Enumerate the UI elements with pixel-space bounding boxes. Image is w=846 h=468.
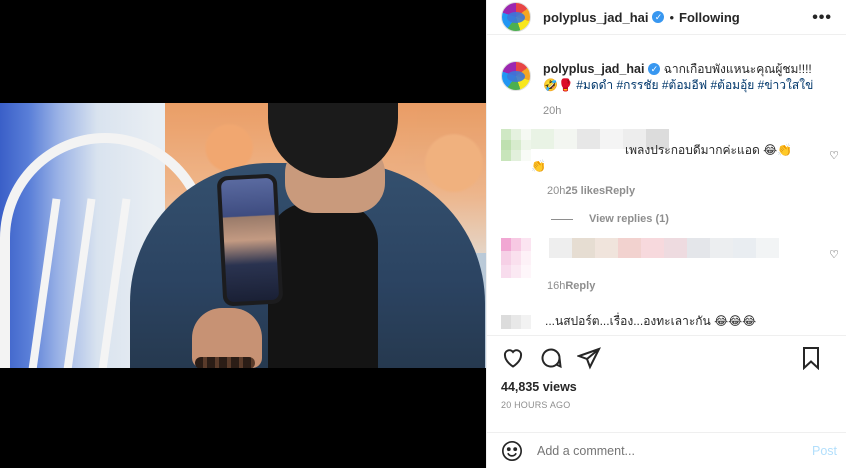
caption-text: ฉากเกือบพังแหนะคุณผู้ชม!!!! — [660, 62, 812, 76]
hashtag[interactable]: #ต้อมอุ้ย — [711, 78, 755, 92]
hashtag[interactable]: #ต้อมอีฟ — [662, 78, 707, 92]
caption-emojis: 🤣🥊 — [543, 78, 573, 92]
pixel-block — [710, 238, 733, 258]
pixel-block — [501, 314, 511, 329]
add-comment-bar: Post — [487, 432, 846, 468]
pixel-block — [511, 139, 521, 151]
post-comment-button[interactable]: Post — [812, 444, 837, 458]
verified-badge-icon: ✓ — [648, 63, 661, 75]
post-timestamp: 20 HOURS AGO — [501, 400, 571, 410]
following-button[interactable]: Following — [679, 10, 740, 25]
pixel-block — [511, 238, 521, 252]
pixel-block — [501, 139, 511, 151]
header-username[interactable]: polyplus_jad_hai — [543, 10, 648, 25]
post-sidebar: polyplus_jad_hai ✓ • Following ••• polyp… — [486, 0, 846, 468]
caption: polyplus_jad_hai ✓ ฉากเกือบพังแหนะคุณผู้ช… — [487, 61, 846, 119]
verified-badge-icon: ✓ — [652, 11, 665, 23]
emoji-icon[interactable] — [501, 440, 523, 462]
pixel-block — [687, 238, 710, 258]
bookmark-icon[interactable] — [799, 346, 823, 370]
pixel-block — [554, 129, 577, 149]
reply-button[interactable]: Reply — [565, 280, 595, 292]
pixel-block — [521, 129, 531, 140]
caption-time: 20h — [543, 105, 562, 117]
comment-avatar-pixelated[interactable] — [501, 314, 531, 329]
comment-username-pixelated[interactable] — [549, 238, 779, 260]
pixel-block — [521, 238, 531, 252]
like-comment-heart-icon[interactable]: ♡ — [829, 149, 839, 162]
pixel-block — [511, 314, 521, 329]
heart-icon[interactable] — [501, 346, 525, 370]
pixel-block — [618, 238, 641, 258]
pixel-block — [521, 150, 531, 161]
person-shirt — [268, 203, 378, 368]
profile-avatar[interactable] — [501, 2, 531, 32]
hashtag[interactable]: #มดดำ — [576, 78, 613, 92]
hashtag[interactable]: #ข่าวใสใข่ — [758, 78, 814, 92]
caption-username[interactable]: polyplus_jad_hai — [543, 62, 644, 76]
comments-list[interactable]: polyplus_jad_hai ✓ ฉากเกือบพังแหนะคุณผู้ช… — [487, 46, 846, 331]
pixel-block — [549, 238, 572, 258]
pixel-block — [664, 238, 687, 258]
pixel-block — [600, 129, 623, 149]
bracelet — [195, 357, 255, 368]
post-media[interactable] — [0, 0, 486, 468]
pixel-block — [511, 150, 521, 161]
more-options-icon[interactable]: ••• — [812, 9, 832, 27]
pixel-block — [501, 251, 511, 265]
comment-text: เพลงประกอบดีมากค่ะแอด 😂👏 — [625, 143, 793, 157]
like-comment-heart-icon[interactable]: ♡ — [829, 248, 839, 261]
comment-likes[interactable]: 25 likes — [565, 185, 605, 197]
comment-emoji-line: 👏 — [531, 159, 546, 173]
pixel-block — [733, 238, 756, 258]
comment-icon[interactable] — [539, 346, 563, 370]
pixel-block — [521, 139, 531, 151]
comment-time: 20h — [547, 185, 566, 197]
pixel-block — [595, 238, 618, 258]
view-replies-label[interactable]: View replies (1) — [589, 213, 669, 225]
pixel-block — [641, 238, 664, 258]
post-actions: 44,835 views 20 HOURS AGO — [487, 335, 846, 432]
pixel-block — [501, 129, 511, 140]
phone-screen — [220, 177, 280, 303]
hashtag[interactable]: #กรรชัย — [617, 78, 659, 92]
replies-divider — [551, 218, 573, 220]
share-icon[interactable] — [577, 346, 601, 370]
pixel-block — [511, 251, 521, 265]
views-count[interactable]: 44,835 views — [487, 380, 846, 394]
comment-item: เพลงประกอบดีมากค่ะแอด 😂👏 👏 ♡ — [487, 129, 846, 173]
comment-text: ...นสปอร์ต...เรื่อง...องทะเลาะกัน 😂😂😂 — [545, 314, 757, 328]
comment-avatar-pixelated[interactable] — [501, 129, 531, 161]
comment-meta: 16hReply — [487, 276, 846, 294]
pixel-block — [521, 251, 531, 265]
add-comment-input[interactable] — [537, 443, 777, 458]
comment-item: ♡ — [487, 238, 846, 278]
pixel-block — [531, 129, 554, 149]
video-frame[interactable] — [0, 103, 486, 368]
pixel-block — [521, 314, 531, 329]
pixel-block — [501, 238, 511, 252]
view-replies[interactable]: View replies (1) — [487, 213, 846, 225]
separator-dot: • — [669, 9, 675, 25]
pixel-block — [511, 129, 521, 140]
comment-meta: 20h25 likesReply — [487, 181, 846, 199]
pixel-block — [572, 238, 595, 258]
reply-button[interactable]: Reply — [605, 185, 635, 197]
caption-avatar[interactable] — [501, 61, 531, 91]
held-phone — [216, 173, 284, 307]
pixel-block — [756, 238, 779, 258]
pixel-block — [501, 150, 511, 161]
post-header: polyplus_jad_hai ✓ • Following ••• — [487, 0, 846, 35]
comment-item: ...นสปอร์ต...เรื่อง...องทะเลาะกัน 😂😂😂 — [487, 312, 846, 331]
comment-avatar-pixelated[interactable] — [501, 238, 531, 278]
comment-time: 16h — [547, 280, 566, 292]
pixel-block — [577, 129, 600, 149]
